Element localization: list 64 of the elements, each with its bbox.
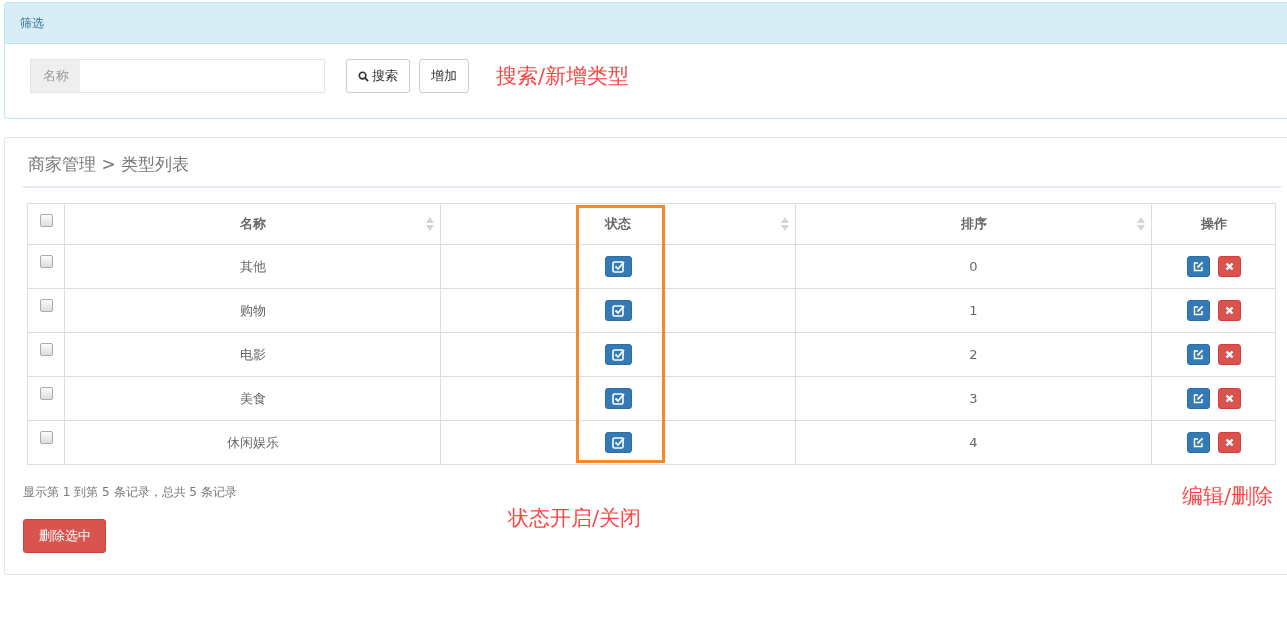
edit-icon <box>1192 261 1204 272</box>
column-header[interactable]: 名称 <box>64 203 441 245</box>
edit-icon <box>1192 437 1204 448</box>
row-checkbox[interactable] <box>39 387 53 400</box>
close-icon <box>1224 350 1234 359</box>
annotation-text: 搜索/新增类型 <box>496 63 630 90</box>
status-toggle-button[interactable] <box>604 388 632 409</box>
table-cell: 2 <box>795 332 1152 377</box>
checkbox-icon <box>611 436 625 449</box>
delete-button[interactable] <box>1217 388 1241 409</box>
search-button[interactable]: 搜索 <box>346 59 410 93</box>
edit-icon <box>1192 393 1204 404</box>
checkbox-icon <box>611 304 625 317</box>
checkbox-icon <box>611 392 625 405</box>
table-cell: 4 <box>795 420 1152 465</box>
row-checkbox[interactable] <box>39 255 53 268</box>
table-cell: 电影 <box>64 332 441 377</box>
status-toggle-button[interactable] <box>604 300 632 321</box>
row-checkbox[interactable] <box>39 431 53 444</box>
column-header[interactable]: 排序 <box>795 203 1152 245</box>
table-cell: 购物 <box>64 288 441 333</box>
close-icon <box>1224 394 1234 403</box>
delete-button[interactable] <box>1217 432 1241 453</box>
checkbox-icon <box>611 260 625 273</box>
table-cell: 3 <box>795 376 1152 421</box>
status-toggle-button[interactable] <box>604 256 632 277</box>
annotation-text: 状态开启/关闭 <box>508 505 642 532</box>
delete-selected-button[interactable]: 删除选中 <box>23 519 106 553</box>
close-icon <box>1224 262 1234 271</box>
annotation-text: 编辑/删除 <box>1181 483 1273 510</box>
edit-button[interactable] <box>1186 256 1210 277</box>
field-label: 名称 <box>31 60 80 92</box>
row-checkbox[interactable] <box>39 299 53 312</box>
table-cell: 1 <box>795 288 1152 333</box>
sort-icon <box>1137 217 1145 231</box>
sort-icon <box>426 217 434 231</box>
panel-title: 筛选 <box>20 14 44 32</box>
select-all-checkbox[interactable] <box>39 214 53 227</box>
edit-button[interactable] <box>1186 388 1210 409</box>
breadcrumb: 商家管理 > 类型列表 <box>27 153 191 176</box>
column-header[interactable]: 操作 <box>1151 203 1276 245</box>
search-icon <box>358 70 369 82</box>
close-icon <box>1224 306 1234 315</box>
edit-icon <box>1192 349 1204 360</box>
edit-button[interactable] <box>1186 344 1210 365</box>
checkbox-icon <box>611 348 625 361</box>
column-header[interactable]: 状态 <box>440 203 796 245</box>
close-icon <box>1224 438 1234 447</box>
status-toggle-button[interactable] <box>604 344 632 365</box>
delete-button[interactable] <box>1217 300 1241 321</box>
record-summary: 显示第 1 到第 5 条记录，总共 5 条记录 <box>23 484 238 501</box>
table-cell: 休闲娱乐 <box>64 420 441 465</box>
row-checkbox[interactable] <box>39 343 53 356</box>
delete-button[interactable] <box>1217 256 1241 277</box>
edit-button[interactable] <box>1186 300 1210 321</box>
table-cell: 美食 <box>64 376 441 421</box>
table-cell: 0 <box>795 244 1152 289</box>
table-cell: 其他 <box>64 244 441 289</box>
edit-button[interactable] <box>1186 432 1210 453</box>
status-toggle-button[interactable] <box>604 432 632 453</box>
sort-icon <box>781 217 789 231</box>
add-button[interactable]: 增加 <box>419 59 469 93</box>
edit-icon <box>1192 305 1204 316</box>
delete-button[interactable] <box>1217 344 1241 365</box>
